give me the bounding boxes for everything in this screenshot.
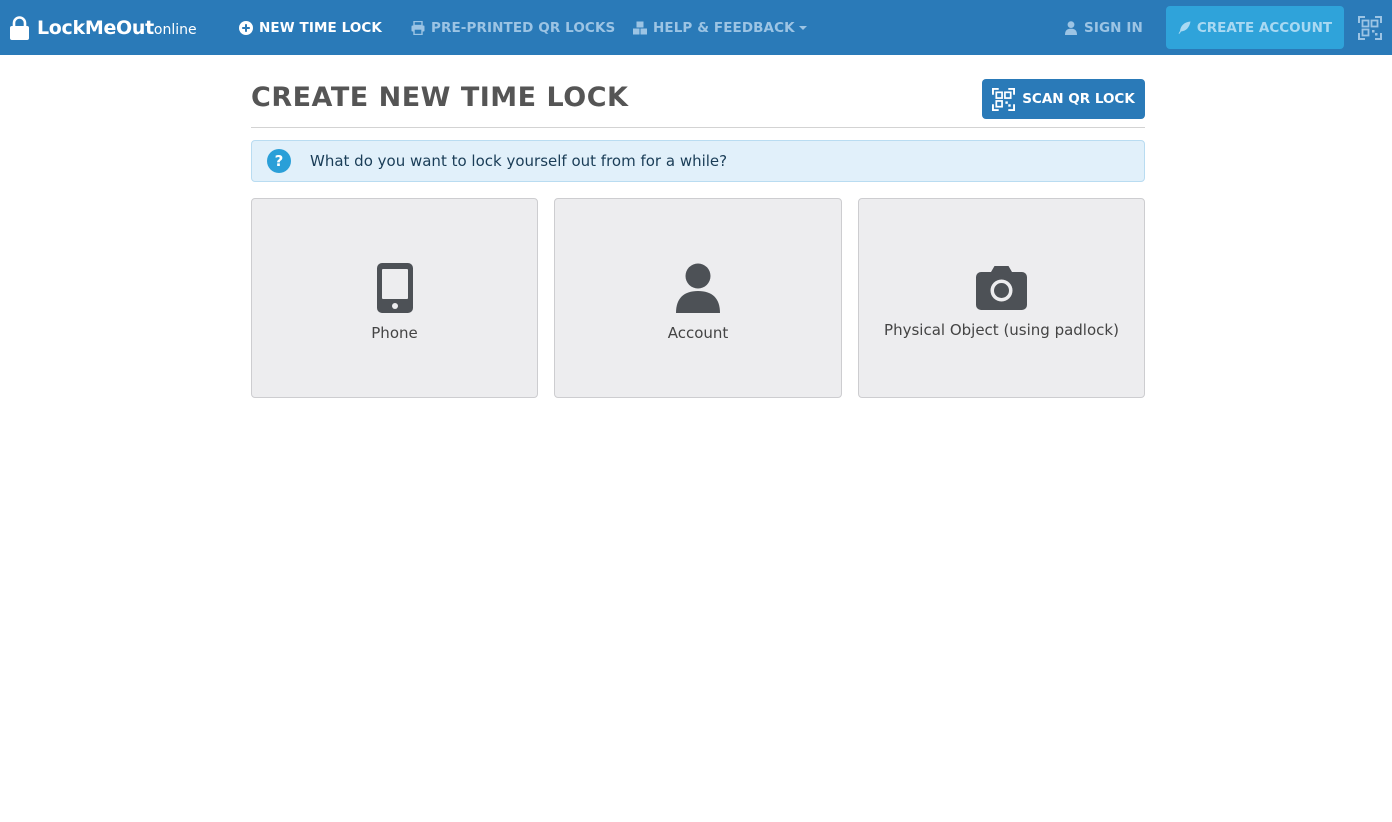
option-card-physical-object[interactable]: Physical Object (using padlock) [858, 198, 1145, 398]
page-title: CREATE NEW TIME LOCK [251, 82, 629, 113]
boxes-icon [633, 21, 647, 34]
printer-icon [411, 20, 425, 35]
brand-logo[interactable]: LockMeOut online [10, 0, 197, 55]
plus-circle-icon [239, 20, 253, 35]
nav-sign-in-label: SIGN IN [1084, 19, 1143, 36]
info-alert: ? What do you want to lock yourself out … [251, 140, 1145, 182]
nav-pre-printed-qr-locks[interactable]: PRE-PRINTED QR LOCKS [411, 0, 615, 55]
question-circle-icon: ? [267, 149, 291, 173]
option-label-phone: Phone [371, 323, 418, 342]
scan-qr-lock-label: SCAN QR LOCK [1022, 91, 1135, 107]
camera-icon [976, 265, 1027, 310]
nav-sign-in[interactable]: SIGN IN [1064, 0, 1143, 55]
lock-icon [10, 15, 29, 40]
nav-help-label: HELP & FEEDBACK [653, 19, 795, 36]
create-account-label: CREATE ACCOUNT [1196, 19, 1333, 36]
qr-scan-icon[interactable] [1358, 16, 1382, 40]
create-account-button[interactable]: CREATE ACCOUNT [1166, 6, 1344, 49]
alert-prompt-text: What do you want to lock yourself out fr… [310, 152, 728, 170]
user-icon [676, 263, 720, 313]
option-label-physical-object: Physical Object (using padlock) [884, 320, 1119, 339]
qr-scan-icon [992, 87, 1016, 111]
nav-new-time-lock[interactable]: NEW TIME LOCK [239, 0, 382, 55]
scan-qr-lock-button[interactable]: SCAN QR LOCK [982, 79, 1145, 119]
user-icon [1065, 20, 1077, 35]
brand-name: LockMeOut [37, 16, 154, 39]
nav-help-feedback-dropdown[interactable]: HELP & FEEDBACK [633, 0, 807, 55]
nav-pre-printed-label: PRE-PRINTED QR LOCKS [431, 19, 616, 36]
option-card-account[interactable]: Account [554, 198, 842, 398]
option-card-phone[interactable]: Phone [251, 198, 538, 398]
feather-icon [1178, 21, 1191, 34]
brand-suffix: online [153, 22, 197, 38]
nav-new-time-lock-label: NEW TIME LOCK [259, 19, 382, 36]
option-label-account: Account [667, 323, 729, 342]
top-navbar: LockMeOut online NEW TIME LOCK PRE-PRINT… [0, 0, 1392, 55]
phone-icon [376, 262, 413, 313]
title-divider [251, 127, 1145, 128]
chevron-down-icon [798, 25, 807, 30]
